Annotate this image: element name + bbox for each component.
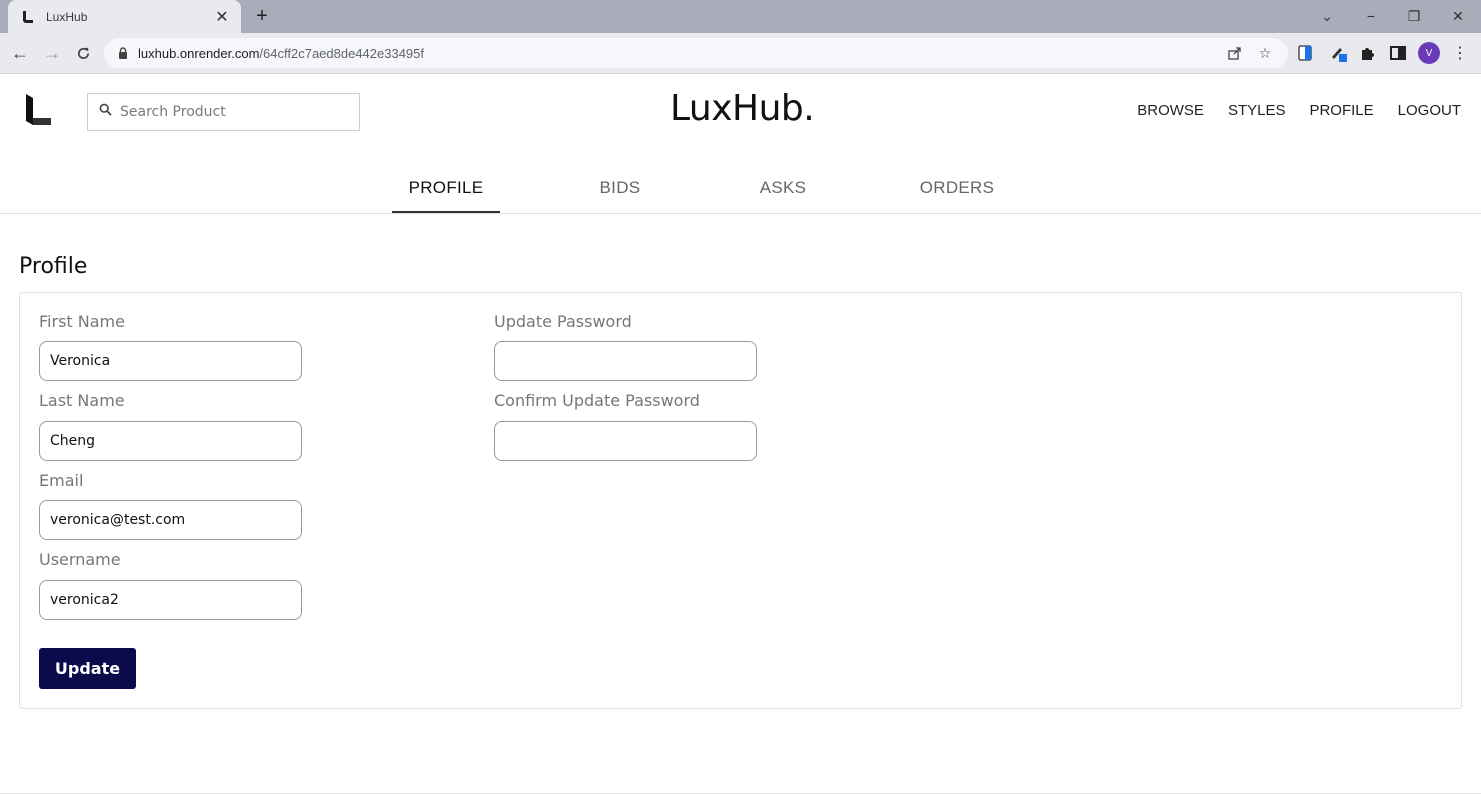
page-title: Profile bbox=[19, 254, 88, 279]
tab-search-icon[interactable]: ⌄ bbox=[1312, 4, 1342, 28]
search-box[interactable] bbox=[87, 93, 360, 131]
nav-profile[interactable]: PROFILE bbox=[1309, 102, 1373, 119]
brand-title[interactable]: LuxHub. bbox=[670, 88, 815, 129]
back-icon[interactable]: ← bbox=[8, 41, 32, 65]
last-name-label: Last Name bbox=[39, 391, 125, 410]
reload-icon[interactable] bbox=[71, 41, 95, 65]
tab-profile[interactable]: PROFILE bbox=[392, 178, 500, 213]
profile-tabs: PROFILE BIDS ASKS ORDERS bbox=[0, 168, 1481, 214]
first-name-field[interactable] bbox=[39, 341, 302, 381]
nav-browse[interactable]: BROWSE bbox=[1137, 102, 1204, 119]
close-tab-icon[interactable]: ✕ bbox=[213, 7, 231, 27]
update-password-label: Update Password bbox=[494, 312, 632, 331]
share-icon[interactable] bbox=[1226, 44, 1244, 62]
forward-icon[interactable]: → bbox=[40, 41, 64, 65]
extension-document-icon[interactable] bbox=[1295, 43, 1315, 63]
update-password-field[interactable] bbox=[494, 341, 757, 381]
update-button[interactable]: Update bbox=[39, 648, 136, 689]
email-label: Email bbox=[39, 471, 84, 490]
address-bar[interactable]: luxhub.onrender.com/64cff2c7aed8de442e33… bbox=[104, 38, 1288, 68]
top-nav: BROWSE STYLES PROFILE LOGOUT bbox=[1137, 102, 1461, 119]
url-text: luxhub.onrender.com/64cff2c7aed8de442e33… bbox=[138, 46, 424, 61]
restore-icon[interactable]: ❐ bbox=[1399, 4, 1429, 28]
luxhub-favicon-icon bbox=[20, 9, 36, 25]
lock-icon bbox=[116, 46, 130, 60]
confirm-password-label: Confirm Update Password bbox=[494, 391, 700, 410]
nav-styles[interactable]: STYLES bbox=[1228, 102, 1286, 119]
email-field[interactable] bbox=[39, 500, 302, 540]
url-host: luxhub.onrender.com bbox=[138, 45, 260, 61]
close-window-icon[interactable]: ✕ bbox=[1443, 4, 1473, 28]
tab-title: LuxHub bbox=[46, 9, 88, 24]
new-tab-icon[interactable]: + bbox=[250, 4, 274, 28]
nav-logout[interactable]: LOGOUT bbox=[1398, 102, 1461, 119]
minimize-icon[interactable]: − bbox=[1356, 4, 1386, 28]
page-bottom-divider bbox=[0, 793, 1481, 794]
confirm-password-field[interactable] bbox=[494, 421, 757, 461]
last-name-field[interactable] bbox=[39, 421, 302, 461]
tab-asks[interactable]: ASKS bbox=[733, 178, 833, 213]
browser-tabstrip: LuxHub ✕ + ⌄ − ❐ ✕ bbox=[0, 0, 1481, 33]
username-label: Username bbox=[39, 550, 121, 569]
username-field[interactable] bbox=[39, 580, 302, 620]
search-input[interactable] bbox=[120, 104, 350, 120]
tab-bids[interactable]: BIDS bbox=[570, 178, 670, 213]
tab-orders[interactable]: ORDERS bbox=[902, 178, 1012, 213]
browser-toolbar: ← → luxhub.onrender.com/64cff2c7aed8de44… bbox=[0, 33, 1481, 74]
bookmark-star-icon[interactable]: ☆ bbox=[1256, 44, 1274, 62]
luxhub-logo-icon[interactable] bbox=[24, 94, 54, 128]
side-panel-icon[interactable] bbox=[1388, 43, 1408, 63]
profile-avatar[interactable]: V bbox=[1418, 42, 1440, 64]
extensions-puzzle-icon[interactable] bbox=[1357, 43, 1377, 63]
url-path: /64cff2c7aed8de442e33495f bbox=[259, 45, 425, 61]
browser-tab[interactable]: LuxHub ✕ bbox=[8, 0, 241, 33]
extension-pen-icon[interactable] bbox=[1329, 43, 1349, 63]
search-icon bbox=[99, 103, 112, 121]
browser-menu-icon[interactable]: ⋮ bbox=[1450, 42, 1470, 64]
first-name-label: First Name bbox=[39, 312, 125, 331]
